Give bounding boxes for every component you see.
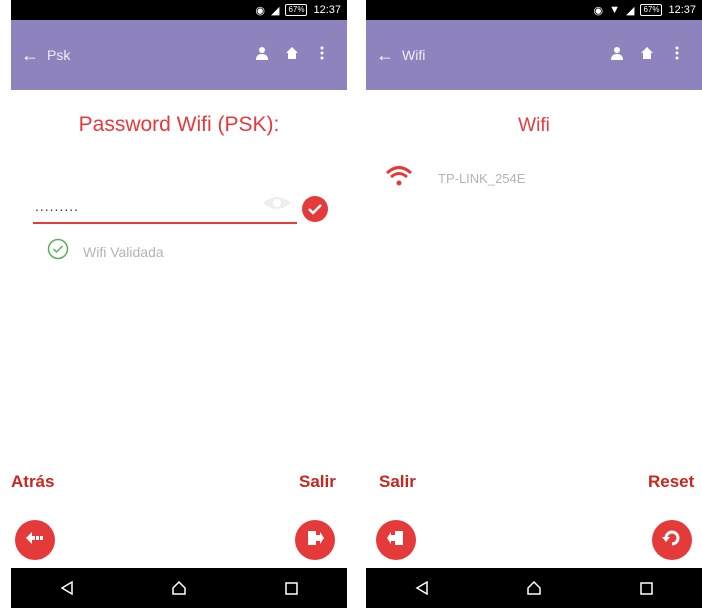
- back-arrow-icon: [25, 531, 45, 550]
- check-circle-icon: [47, 238, 69, 265]
- navigation-bar: [11, 568, 347, 608]
- nav-back-icon[interactable]: [47, 568, 87, 608]
- nav-home-icon[interactable]: [159, 568, 199, 608]
- page-heading: Password Wifi (PSK):: [78, 113, 280, 136]
- back-arrow-icon[interactable]: ←: [21, 45, 47, 66]
- toolbar: ← Psk: [11, 20, 347, 90]
- clock: 12:37: [668, 4, 696, 16]
- reset-button-label: Reset: [648, 472, 695, 491]
- back-button[interactable]: [15, 520, 55, 560]
- battery-indicator: 67%: [640, 4, 663, 16]
- exit-icon: [306, 529, 324, 552]
- vibrate-icon: ◉: [255, 4, 265, 17]
- signal-icon: ◢: [625, 4, 635, 17]
- toolbar: ← Wifi: [366, 20, 702, 90]
- password-value: .........: [35, 198, 80, 214]
- clock: 12:37: [313, 4, 341, 16]
- nav-home-icon[interactable]: [514, 568, 554, 608]
- home-icon[interactable]: [277, 46, 307, 65]
- exit-button-label: Salir: [299, 472, 336, 491]
- nav-recents-icon[interactable]: [626, 568, 666, 608]
- navigation-bar: [366, 568, 702, 608]
- person-icon[interactable]: [247, 46, 277, 65]
- home-icon[interactable]: [632, 46, 662, 65]
- left-screen: ◉ ◢ 67% 12:37 ← Psk Password Wifi (PSK):…: [11, 0, 347, 608]
- network-ssid: TP-LINK_254E: [438, 171, 526, 186]
- vibrate-icon: ◉: [593, 4, 604, 17]
- right-screen: ◉ ▼ ◢ 67% 12:37 ← Wifi Wifi TP-LINK_254E…: [366, 0, 702, 608]
- wifi-status-icon: ▼: [609, 4, 620, 16]
- exit-button[interactable]: [376, 520, 416, 560]
- toolbar-title: Psk: [47, 47, 71, 63]
- reset-button[interactable]: [652, 520, 692, 560]
- page-heading: Wifi: [518, 115, 550, 136]
- back-button-label: Atrás: [11, 472, 55, 491]
- check-icon: [302, 196, 328, 222]
- more-vert-icon[interactable]: [662, 46, 692, 65]
- more-vert-icon[interactable]: [307, 46, 337, 65]
- wifi-icon: [385, 165, 413, 192]
- battery-indicator: 67%: [285, 4, 308, 16]
- eye-icon[interactable]: [261, 194, 293, 217]
- toolbar-title: Wifi: [402, 47, 426, 63]
- exit-icon: [387, 529, 405, 552]
- nav-recents-icon[interactable]: [271, 568, 311, 608]
- password-field[interactable]: .........: [33, 190, 297, 224]
- network-list-item[interactable]: TP-LINK_254E: [385, 165, 526, 192]
- reset-icon: [662, 528, 682, 553]
- status-bar: ◉ ▼ ◢ 67% 12:37: [366, 0, 702, 20]
- exit-button-label: Salir: [379, 472, 416, 491]
- signal-icon: ◢: [270, 4, 280, 17]
- status-bar: ◉ ◢ 67% 12:37: [11, 0, 347, 20]
- validation-status: Wifi Validada: [47, 238, 164, 265]
- person-icon[interactable]: [602, 46, 632, 65]
- back-arrow-icon[interactable]: ←: [376, 45, 402, 66]
- nav-back-icon[interactable]: [402, 568, 442, 608]
- exit-button[interactable]: [295, 520, 335, 560]
- validated-label: Wifi Validada: [83, 243, 164, 260]
